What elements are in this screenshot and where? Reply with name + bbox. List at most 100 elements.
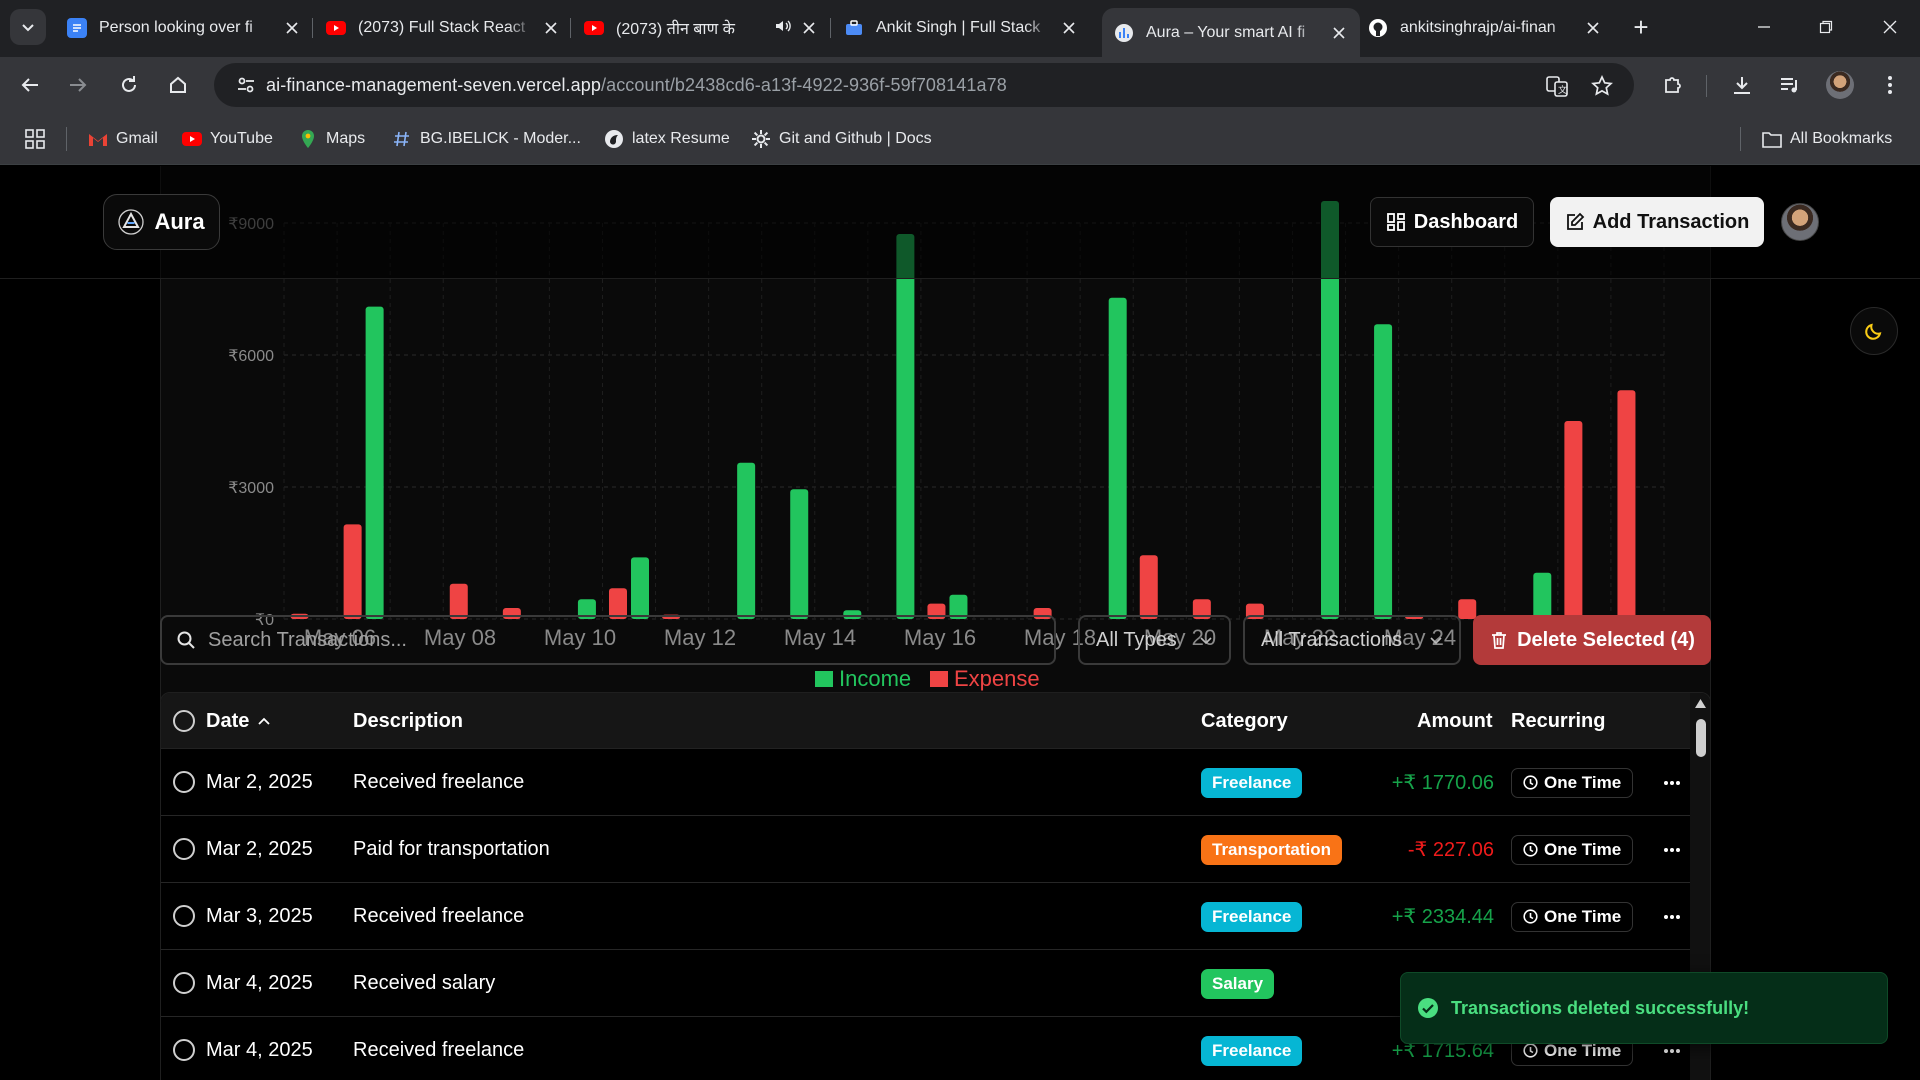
- aura-logo[interactable]: Aura: [103, 194, 220, 250]
- new-tab-button[interactable]: +: [1626, 12, 1656, 42]
- delete-selected-button[interactable]: Delete Selected (4): [1473, 615, 1711, 665]
- description-cell: Received freelance: [353, 883, 524, 950]
- browser-tab[interactable]: Ankit Singh | Full Stack: [832, 8, 1090, 48]
- description-text: Received salary: [353, 972, 496, 994]
- recurring-badge: One Time: [1511, 834, 1634, 865]
- row-actions-button[interactable]: [1663, 749, 1681, 816]
- home-button[interactable]: [160, 67, 196, 103]
- browser-menu-button[interactable]: [1872, 67, 1908, 103]
- legend-label: Income: [839, 666, 911, 691]
- recurring-column-header[interactable]: Recurring: [1511, 693, 1605, 749]
- row-select-checkbox[interactable]: [173, 972, 195, 994]
- table-row[interactable]: Mar 2, 2025 Received freelance Freelance +₹…: [161, 749, 1690, 816]
- bookmarks-bar: Gmail YouTube Maps BG.IBELICK - Moder... lat…: [0, 113, 1920, 165]
- url-text: ai-finance-management-seven.vercel.app/a…: [266, 74, 1007, 95]
- description-text: Paid for transportation: [353, 838, 550, 860]
- recurring-badge: One Time: [1511, 901, 1634, 932]
- close-tab-icon[interactable]: [800, 19, 818, 37]
- clock-icon: [1523, 1043, 1538, 1058]
- bookmark-item[interactable]: YouTube: [182, 127, 273, 151]
- theme-toggle-button[interactable]: [1850, 307, 1898, 355]
- close-tab-icon[interactable]: [1330, 24, 1348, 42]
- bookmark-item[interactable]: BG.IBELICK - Moder...: [392, 127, 581, 151]
- y-tick-label: ₹6000: [228, 348, 274, 365]
- apps-button[interactable]: [24, 127, 46, 151]
- bookmark-item[interactable]: latex Resume: [604, 127, 730, 151]
- search-icon: [177, 631, 195, 649]
- close-tab-icon[interactable]: [1060, 19, 1078, 37]
- gear-icon: [751, 129, 771, 149]
- recurring-badge: One Time: [1511, 767, 1634, 798]
- site-info-button[interactable]: [226, 75, 266, 95]
- clock-icon: [1523, 842, 1538, 857]
- table-row[interactable]: Mar 2, 2025 Paid for transportation Transp…: [161, 816, 1690, 883]
- add-transaction-label: Add Transaction: [1592, 210, 1750, 233]
- app-header: Aura Dashboard Add Transaction: [0, 166, 1920, 279]
- more-horizontal-icon: [1664, 780, 1680, 785]
- category-cell: Freelance: [1201, 1017, 1303, 1080]
- hash-icon: [392, 129, 412, 149]
- browser-tab[interactable]: (2073) तीन बाण के: [572, 8, 830, 48]
- description-column-header[interactable]: Description: [353, 693, 463, 749]
- close-tab-icon[interactable]: [283, 19, 301, 37]
- close-window-button[interactable]: [1870, 10, 1910, 44]
- scroll-up-arrow-icon[interactable]: [1694, 697, 1707, 709]
- maps-icon: [298, 129, 318, 149]
- select-all-checkbox[interactable]: [173, 710, 195, 732]
- bookmark-star-icon[interactable]: [1589, 73, 1615, 99]
- tab-search-button[interactable]: [10, 9, 46, 45]
- recurring-filter-select[interactable]: All Transactions: [1243, 615, 1461, 665]
- row-actions-button[interactable]: [1663, 883, 1681, 950]
- row-select-checkbox[interactable]: [173, 771, 195, 793]
- svg-text:文: 文: [1558, 84, 1567, 95]
- back-button[interactable]: [12, 67, 48, 103]
- row-select-checkbox[interactable]: [173, 1039, 195, 1061]
- search-field[interactable]: [160, 615, 1056, 665]
- bookmark-item[interactable]: Gmail: [88, 127, 158, 151]
- row-actions-button[interactable]: [1663, 816, 1681, 883]
- media-control-button[interactable]: [1772, 67, 1808, 103]
- translate-icon[interactable]: 文: [1544, 73, 1570, 99]
- income-bar: [631, 557, 649, 619]
- row-select-checkbox[interactable]: [173, 905, 195, 927]
- speaker-icon[interactable]: [774, 18, 792, 39]
- forward-button[interactable]: [60, 67, 96, 103]
- extensions-button[interactable]: [1655, 67, 1691, 103]
- add-transaction-button[interactable]: Add Transaction: [1550, 197, 1764, 247]
- dashboard-button[interactable]: Dashboard: [1370, 197, 1534, 247]
- type-filter-select[interactable]: All Types: [1078, 615, 1231, 665]
- date-column-header[interactable]: Date: [206, 693, 271, 749]
- puzzle-icon: [1665, 77, 1681, 93]
- income-bar: [737, 462, 756, 619]
- table-row[interactable]: Mar 3, 2025 Received freelance Freelance +₹…: [161, 883, 1690, 950]
- income-bar: [790, 489, 809, 619]
- close-tab-icon[interactable]: [1584, 19, 1602, 37]
- amount-column-header[interactable]: Amount: [1417, 693, 1493, 749]
- description-text: Received freelance: [353, 1039, 525, 1061]
- reload-button[interactable]: [111, 67, 147, 103]
- browser-tab[interactable]: ankitsinghrajp/ai-finan: [1356, 8, 1614, 48]
- bookmark-item[interactable]: Maps: [298, 127, 365, 151]
- user-avatar[interactable]: [1781, 203, 1819, 241]
- profile-button[interactable]: [1822, 67, 1858, 103]
- address-bar[interactable]: ai-finance-management-seven.vercel.app/a…: [214, 63, 1634, 107]
- row-select-checkbox[interactable]: [173, 838, 195, 860]
- browser-tab[interactable]: (2073) Full Stack React: [314, 8, 572, 48]
- date-cell: Mar 2, 2025: [206, 749, 313, 816]
- category-column-header[interactable]: Category: [1201, 693, 1288, 749]
- bookmark-item[interactable]: Git and Github | Docs: [751, 127, 932, 151]
- close-tab-icon[interactable]: [542, 19, 560, 37]
- amount-text: -₹ 227.06: [1407, 839, 1494, 861]
- browser-tab[interactable]: Person looking over fi: [55, 8, 313, 48]
- search-input[interactable]: [208, 628, 1054, 652]
- downloads-button[interactable]: [1724, 67, 1760, 103]
- restore-button[interactable]: [1806, 10, 1846, 44]
- type-filter-label: All Types: [1096, 628, 1177, 651]
- expense-bar: [343, 524, 362, 619]
- all-bookmarks-button[interactable]: All Bookmarks: [1762, 127, 1892, 151]
- date-cell: Mar 2, 2025: [206, 816, 313, 883]
- income-bar: [1533, 572, 1552, 619]
- browser-tab[interactable]: Aura – Your smart AI fi: [1102, 8, 1360, 57]
- scroll-thumb[interactable]: [1696, 719, 1706, 757]
- minimize-button[interactable]: [1744, 10, 1784, 44]
